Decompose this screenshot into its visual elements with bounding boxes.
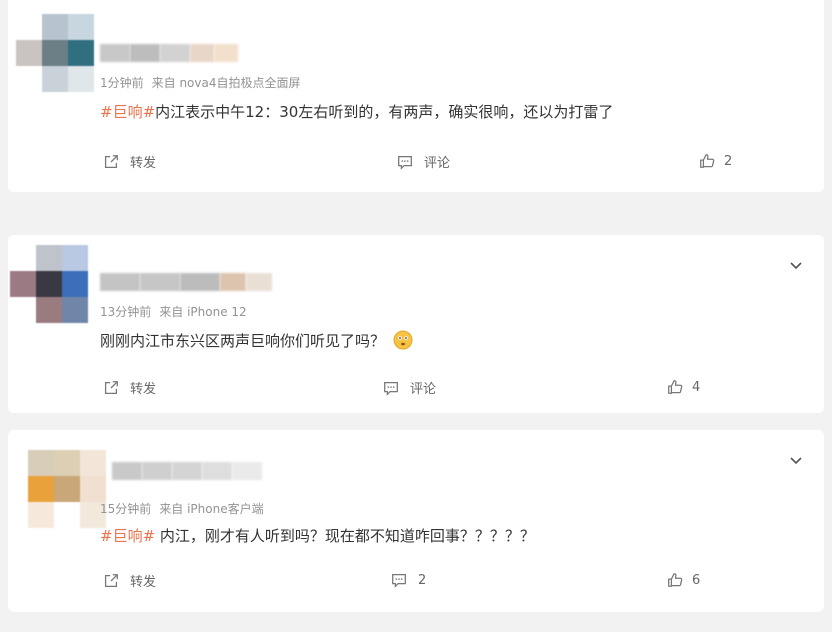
avatar-pixel [10, 271, 36, 297]
timestamp: 13分钟前 [100, 305, 152, 319]
avatar[interactable] [28, 450, 106, 528]
name-pixel [160, 44, 190, 62]
thumbs-up-icon [668, 380, 683, 394]
name-pixel [232, 462, 262, 480]
comment-icon [398, 155, 412, 170]
comment-body: 内江，刚才有人听到吗？现在都不知道咋回事？？？？？ [155, 527, 535, 545]
topic-tag[interactable]: #巨响# [100, 103, 155, 121]
name-pixel [130, 44, 160, 62]
source-text: 来自 iPhone 12 [159, 305, 247, 319]
repost-button[interactable]: 转发 [102, 571, 156, 590]
comment-text: #巨响#内江表示中午12：30左右听到的，有两声，确实很响，还以为打雷了 [100, 101, 613, 122]
comment-card-1: 1分钟前 来自 nova4自拍极点全面屏 #巨响#内江表示中午12：30左右听到的… [8, 0, 824, 192]
comment-count: 2 [418, 572, 427, 588]
repost-label: 转发 [130, 382, 157, 397]
name-pixel [100, 44, 130, 62]
avatar[interactable] [16, 14, 94, 92]
avatar-pixel [54, 502, 80, 528]
source-text: 来自 iPhone客户端 [159, 502, 264, 516]
like-count: 4 [692, 379, 701, 395]
avatar-pixel [10, 297, 36, 323]
avatar-pixel [62, 297, 88, 323]
comment-button[interactable]: 评论 [382, 378, 436, 397]
repost-button[interactable]: 转发 [102, 152, 156, 171]
username-blurred[interactable] [100, 273, 272, 291]
name-pixel [112, 462, 142, 480]
repost-label: 转发 [130, 575, 157, 590]
thumbs-up-icon [668, 573, 683, 587]
like-count: 6 [692, 572, 701, 588]
repost-icon [104, 380, 118, 394]
avatar[interactable] [10, 245, 88, 323]
comment-label: 评论 [410, 382, 437, 397]
comment-body: 内江表示中午12：30左右听到的，有两声，确实很响，还以为打雷了 [155, 103, 614, 121]
avatar-pixel [80, 476, 106, 502]
name-pixel [220, 273, 246, 291]
repost-label: 转发 [130, 156, 157, 171]
username-blurred[interactable] [112, 462, 262, 480]
chevron-down-icon[interactable] [788, 452, 804, 468]
comment-button[interactable]: 评论 [396, 152, 450, 171]
username-blurred[interactable] [100, 44, 238, 62]
avatar-pixel [68, 14, 94, 40]
source-text: 来自 nova4自拍极点全面屏 [151, 76, 301, 90]
avatar-pixel [42, 40, 68, 66]
like-button[interactable]: 4 [666, 378, 700, 396]
timestamp: 15分钟前 [100, 502, 152, 516]
avatar-pixel [80, 450, 106, 476]
name-pixel [202, 462, 232, 480]
repost-button[interactable]: 转发 [102, 378, 156, 397]
name-pixel [142, 462, 172, 480]
name-pixel [140, 273, 180, 291]
avatar-pixel [36, 245, 62, 271]
like-button[interactable]: 2 [698, 152, 732, 170]
name-pixel [190, 44, 214, 62]
avatar-pixel [62, 245, 88, 271]
avatar-pixel [16, 66, 42, 92]
avatar-pixel [68, 66, 94, 92]
avatar-pixel [62, 271, 88, 297]
timestamp: 1分钟前 [100, 76, 144, 90]
thumbs-up-icon [700, 154, 715, 168]
comment-body: 刚刚内江市东兴区两声巨响你们听见了吗？ [100, 332, 386, 350]
chevron-down-icon[interactable] [788, 257, 804, 273]
thinking-emoji [393, 330, 413, 350]
comment-button[interactable]: 2 [390, 571, 426, 589]
avatar-pixel [68, 40, 94, 66]
avatar-pixel [36, 297, 62, 323]
avatar-pixel [16, 40, 42, 66]
avatar-pixel [28, 502, 54, 528]
avatar-pixel [42, 66, 68, 92]
topic-tag[interactable]: #巨响# [100, 527, 155, 545]
comment-meta: 13分钟前 来自 iPhone 12 [100, 303, 247, 320]
name-pixel [172, 462, 202, 480]
name-pixel [214, 44, 238, 62]
like-button[interactable]: 6 [666, 571, 700, 589]
repost-icon [104, 573, 118, 587]
avatar-pixel [42, 14, 68, 40]
avatar-pixel [10, 245, 36, 271]
comment-text: 刚刚内江市东兴区两声巨响你们听见了吗？ [100, 330, 413, 351]
comment-text: #巨响# 内江，刚才有人听到吗？现在都不知道咋回事？？？？？ [100, 525, 535, 546]
comment-card-3: 15分钟前 来自 iPhone客户端 #巨响# 内江，刚才有人听到吗？现在都不知道… [8, 430, 824, 612]
avatar-pixel [36, 271, 62, 297]
avatar-pixel [28, 450, 54, 476]
comment-meta: 1分钟前 来自 nova4自拍极点全面屏 [100, 74, 301, 91]
avatar-pixel [54, 476, 80, 502]
like-count: 2 [724, 153, 733, 169]
comment-card-2: 13分钟前 来自 iPhone 12 刚刚内江市东兴区两声巨响你们听见了吗？ 转发… [8, 235, 824, 413]
comment-icon [384, 381, 398, 396]
comment-icon [392, 573, 406, 588]
name-pixel [246, 273, 272, 291]
name-pixel [180, 273, 220, 291]
avatar-pixel [16, 14, 42, 40]
avatar-pixel [28, 476, 54, 502]
comment-meta: 15分钟前 来自 iPhone客户端 [100, 500, 264, 517]
avatar-pixel [54, 450, 80, 476]
comment-label: 评论 [424, 156, 451, 171]
name-pixel [100, 273, 140, 291]
repost-icon [104, 154, 118, 168]
